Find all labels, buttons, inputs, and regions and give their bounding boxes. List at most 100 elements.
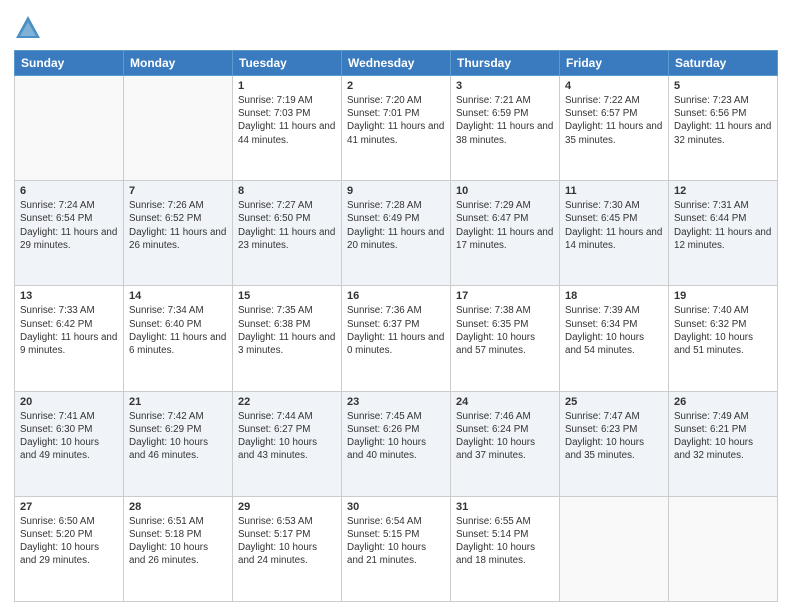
calendar-cell: 6Sunrise: 7:24 AM Sunset: 6:54 PM Daylig… — [15, 181, 124, 286]
calendar-cell: 7Sunrise: 7:26 AM Sunset: 6:52 PM Daylig… — [124, 181, 233, 286]
calendar-cell: 24 Sunrise: 7:46 AM Sunset: 6:24 PM Dayli… — [451, 391, 560, 496]
col-header-monday: Monday — [124, 51, 233, 76]
calendar-week-3: 13 Sunrise: 7:33 AM Sunset: 6:42 PM Dayli… — [15, 286, 778, 391]
calendar-week-5: 27 Sunrise: 6:50 AM Sunset: 5:20 PM Dayli… — [15, 496, 778, 601]
calendar-cell: 17 Sunrise: 7:38 AM Sunset: 6:35 PM Dayli… — [451, 286, 560, 391]
col-header-tuesday: Tuesday — [233, 51, 342, 76]
cell-content: Sunrise: 7:46 AM Sunset: 6:24 PM Dayligh… — [456, 410, 554, 463]
calendar-cell: 21 Sunrise: 7:42 AM Sunset: 6:29 PM Dayli… — [124, 391, 233, 496]
cell-content: Sunrise: 7:36 AM Sunset: 6:37 PM Dayligh… — [347, 304, 445, 357]
calendar-cell: 27 Sunrise: 6:50 AM Sunset: 5:20 PM Dayli… — [15, 496, 124, 601]
day-number: 13 — [20, 290, 118, 302]
col-header-saturday: Saturday — [669, 51, 778, 76]
calendar-cell: 1 Sunrise: 7:19 AM Sunset: 7:03 PM Daylig… — [233, 76, 342, 181]
cell-content: Sunrise: 7:23 AM Sunset: 6:56 PM Dayligh… — [674, 94, 772, 147]
day-number: 4 — [565, 80, 663, 92]
calendar-cell — [560, 496, 669, 601]
day-number: 29 — [238, 501, 336, 513]
day-number: 1 — [238, 80, 336, 92]
calendar-cell: 23 Sunrise: 7:45 AM Sunset: 6:26 PM Dayli… — [342, 391, 451, 496]
cell-content: Sunrise: 7:39 AM Sunset: 6:34 PM Dayligh… — [565, 304, 663, 357]
calendar-table: SundayMondayTuesdayWednesdayThursdayFrid… — [14, 50, 778, 602]
day-number: 15 — [238, 290, 336, 302]
calendar-cell: 16Sunrise: 7:36 AM Sunset: 6:37 PM Dayli… — [342, 286, 451, 391]
logo — [14, 14, 46, 42]
calendar-cell: 29Sunrise: 6:53 AM Sunset: 5:17 PM Dayli… — [233, 496, 342, 601]
calendar-cell: 25Sunrise: 7:47 AM Sunset: 6:23 PM Dayli… — [560, 391, 669, 496]
cell-content: Sunrise: 7:41 AM Sunset: 6:30 PM Dayligh… — [20, 410, 118, 463]
day-number: 19 — [674, 290, 772, 302]
calendar-cell: 30 Sunrise: 6:54 AM Sunset: 5:15 PM Dayli… — [342, 496, 451, 601]
day-number: 5 — [674, 80, 772, 92]
cell-content: Sunrise: 7:30 AM Sunset: 6:45 PM Dayligh… — [565, 199, 663, 252]
day-number: 27 — [20, 501, 118, 513]
col-header-thursday: Thursday — [451, 51, 560, 76]
calendar-cell — [669, 496, 778, 601]
calendar-cell: 22 Sunrise: 7:44 AM Sunset: 6:27 PM Dayli… — [233, 391, 342, 496]
cell-content: Sunrise: 6:51 AM Sunset: 5:18 PM Dayligh… — [129, 515, 227, 568]
day-number: 26 — [674, 396, 772, 408]
cell-content: Sunrise: 7:44 AM Sunset: 6:27 PM Dayligh… — [238, 410, 336, 463]
calendar-cell: 4 Sunrise: 7:22 AM Sunset: 6:57 PM Daylig… — [560, 76, 669, 181]
cell-content: Sunrise: 7:29 AM Sunset: 6:47 PM Dayligh… — [456, 199, 554, 252]
day-number: 25 — [565, 396, 663, 408]
cell-content: Sunrise: 7:34 AM Sunset: 6:40 PM Dayligh… — [129, 304, 227, 357]
calendar-cell: 8 Sunrise: 7:27 AM Sunset: 6:50 PM Daylig… — [233, 181, 342, 286]
day-number: 20 — [20, 396, 118, 408]
day-number: 23 — [347, 396, 445, 408]
cell-content: Sunrise: 7:33 AM Sunset: 6:42 PM Dayligh… — [20, 304, 118, 357]
calendar-week-2: 6Sunrise: 7:24 AM Sunset: 6:54 PM Daylig… — [15, 181, 778, 286]
col-header-wednesday: Wednesday — [342, 51, 451, 76]
day-number: 21 — [129, 396, 227, 408]
calendar-cell: 28 Sunrise: 6:51 AM Sunset: 5:18 PM Dayli… — [124, 496, 233, 601]
day-number: 9 — [347, 185, 445, 197]
col-header-friday: Friday — [560, 51, 669, 76]
cell-content: Sunrise: 6:50 AM Sunset: 5:20 PM Dayligh… — [20, 515, 118, 568]
cell-content: Sunrise: 7:40 AM Sunset: 6:32 PM Dayligh… — [674, 304, 772, 357]
cell-content: Sunrise: 6:55 AM Sunset: 5:14 PM Dayligh… — [456, 515, 554, 568]
day-number: 22 — [238, 396, 336, 408]
day-number: 2 — [347, 80, 445, 92]
calendar-cell: 13 Sunrise: 7:33 AM Sunset: 6:42 PM Dayli… — [15, 286, 124, 391]
calendar-cell: 31 Sunrise: 6:55 AM Sunset: 5:14 PM Dayli… — [451, 496, 560, 601]
calendar-cell — [15, 76, 124, 181]
day-number: 14 — [129, 290, 227, 302]
calendar-week-1: 1 Sunrise: 7:19 AM Sunset: 7:03 PM Daylig… — [15, 76, 778, 181]
day-number: 28 — [129, 501, 227, 513]
calendar-cell: 15 Sunrise: 7:35 AM Sunset: 6:38 PM Dayli… — [233, 286, 342, 391]
calendar-cell: 3Sunrise: 7:21 AM Sunset: 6:59 PM Daylig… — [451, 76, 560, 181]
logo-icon — [14, 14, 42, 42]
day-number: 17 — [456, 290, 554, 302]
day-number: 30 — [347, 501, 445, 513]
cell-content: Sunrise: 7:35 AM Sunset: 6:38 PM Dayligh… — [238, 304, 336, 357]
calendar-week-4: 20 Sunrise: 7:41 AM Sunset: 6:30 PM Dayli… — [15, 391, 778, 496]
calendar-cell: 26 Sunrise: 7:49 AM Sunset: 6:21 PM Dayli… — [669, 391, 778, 496]
calendar-cell — [124, 76, 233, 181]
calendar-cell: 10 Sunrise: 7:29 AM Sunset: 6:47 PM Dayli… — [451, 181, 560, 286]
cell-content: Sunrise: 7:19 AM Sunset: 7:03 PM Dayligh… — [238, 94, 336, 147]
calendar-cell: 12Sunrise: 7:31 AM Sunset: 6:44 PM Dayli… — [669, 181, 778, 286]
day-number: 18 — [565, 290, 663, 302]
header — [14, 10, 778, 42]
day-number: 31 — [456, 501, 554, 513]
cell-content: Sunrise: 7:27 AM Sunset: 6:50 PM Dayligh… — [238, 199, 336, 252]
cell-content: Sunrise: 7:26 AM Sunset: 6:52 PM Dayligh… — [129, 199, 227, 252]
calendar-cell: 14 Sunrise: 7:34 AM Sunset: 6:40 PM Dayli… — [124, 286, 233, 391]
cell-content: Sunrise: 6:54 AM Sunset: 5:15 PM Dayligh… — [347, 515, 445, 568]
cell-content: Sunrise: 7:45 AM Sunset: 6:26 PM Dayligh… — [347, 410, 445, 463]
calendar-cell: 19 Sunrise: 7:40 AM Sunset: 6:32 PM Dayli… — [669, 286, 778, 391]
day-number: 24 — [456, 396, 554, 408]
col-header-sunday: Sunday — [15, 51, 124, 76]
cell-content: Sunrise: 7:49 AM Sunset: 6:21 PM Dayligh… — [674, 410, 772, 463]
calendar-cell: 9 Sunrise: 7:28 AM Sunset: 6:49 PM Daylig… — [342, 181, 451, 286]
cell-content: Sunrise: 7:38 AM Sunset: 6:35 PM Dayligh… — [456, 304, 554, 357]
cell-content: Sunrise: 7:22 AM Sunset: 6:57 PM Dayligh… — [565, 94, 663, 147]
calendar-cell: 20 Sunrise: 7:41 AM Sunset: 6:30 PM Dayli… — [15, 391, 124, 496]
day-number: 8 — [238, 185, 336, 197]
cell-content: Sunrise: 7:28 AM Sunset: 6:49 PM Dayligh… — [347, 199, 445, 252]
day-number: 11 — [565, 185, 663, 197]
calendar-cell: 18 Sunrise: 7:39 AM Sunset: 6:34 PM Dayli… — [560, 286, 669, 391]
day-number: 6 — [20, 185, 118, 197]
day-number: 10 — [456, 185, 554, 197]
cell-content: Sunrise: 7:42 AM Sunset: 6:29 PM Dayligh… — [129, 410, 227, 463]
